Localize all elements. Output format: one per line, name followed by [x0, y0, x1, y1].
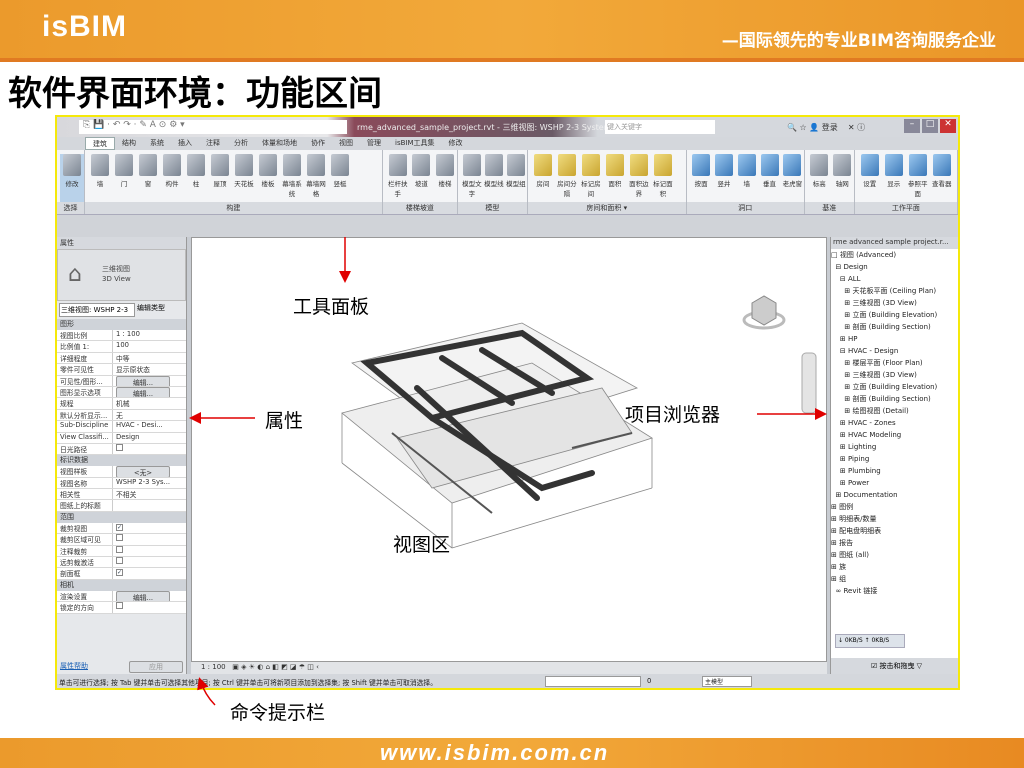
label-browser: 项目浏览器 — [625, 404, 721, 426]
slide-footer: www.isbim.com.cn — [0, 738, 1024, 768]
label-properties: 属性 — [265, 410, 304, 432]
arrow-command — [197, 677, 216, 706]
label-command: 命令提示栏 — [230, 702, 326, 724]
label-view: 视图区 — [393, 534, 451, 556]
label-toolbar: 工具面板 — [293, 296, 370, 318]
annotation-arrows — [189, 237, 827, 706]
footer-url: www.isbim.com.cn — [380, 740, 610, 765]
